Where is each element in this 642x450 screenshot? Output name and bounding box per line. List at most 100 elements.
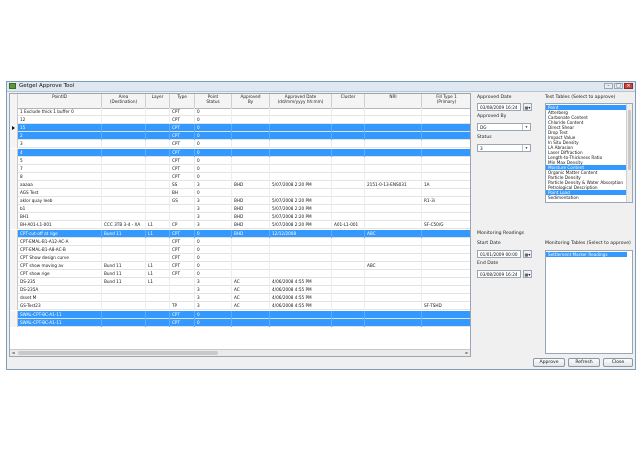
cell-type[interactable]: CPT xyxy=(170,270,195,278)
cell-fill[interactable] xyxy=(422,140,470,148)
cell-point[interactable]: 8 xyxy=(18,172,102,181)
cell-date[interactable]: 4/06/2008 4:55 PM xyxy=(270,294,332,303)
cell-point[interactable]: BH1 xyxy=(18,213,102,222)
cell-area[interactable] xyxy=(102,132,146,141)
cell-fill[interactable] xyxy=(422,157,470,165)
table-row[interactable]: CPT show rige Bund 11 L1 CPT 0 xyxy=(10,270,470,279)
cell-fill[interactable] xyxy=(422,254,470,262)
close-window-button[interactable]: × xyxy=(624,83,633,89)
cell-layer[interactable] xyxy=(146,197,170,206)
row-header[interactable] xyxy=(10,132,18,141)
row-header[interactable] xyxy=(10,261,18,270)
cell-cluster[interactable] xyxy=(332,245,365,254)
cell-fill[interactable]: 1A xyxy=(422,181,470,189)
cell-point[interactable]: CPT-EMAL-B1-A12-AC-A xyxy=(18,237,102,246)
cell-type[interactable] xyxy=(170,278,195,287)
approved-date-field[interactable]: 03/08/2009 16:24 xyxy=(477,103,521,111)
row-header[interactable] xyxy=(10,156,18,165)
row-header[interactable] xyxy=(10,237,18,246)
cell-point[interactable]: 2 xyxy=(18,132,102,141)
cell-date[interactable] xyxy=(270,245,332,254)
cell-cluster[interactable] xyxy=(332,197,365,206)
cell-area[interactable] xyxy=(102,237,146,246)
cell-cluster[interactable] xyxy=(332,140,365,149)
cell-fill[interactable] xyxy=(422,108,470,116)
cell-status[interactable]: 3 xyxy=(195,302,232,311)
cell-nri[interactable] xyxy=(365,294,422,303)
cell-by[interactable] xyxy=(232,318,270,327)
scroll-right-icon[interactable]: ► xyxy=(464,350,470,356)
status-select[interactable]: 3 ▾ xyxy=(477,144,531,152)
column-header-date[interactable]: Approved Date (dd/mm/yyyy hh:mm) xyxy=(270,94,332,108)
cell-layer[interactable] xyxy=(146,189,170,197)
cell-date[interactable]: 4/06/2008 4:55 PM xyxy=(270,278,332,287)
row-header[interactable] xyxy=(10,189,18,197)
cell-by[interactable] xyxy=(232,132,270,141)
cell-point[interactable]: aaaaa xyxy=(18,180,102,189)
cell-point[interactable]: CPT show rige xyxy=(18,270,102,278)
cell-by[interactable] xyxy=(232,172,270,181)
row-header[interactable] xyxy=(10,180,18,189)
cell-fill[interactable] xyxy=(422,319,470,327)
cell-point[interactable]: CPT-EMAL-B1-A8-AC-B xyxy=(18,245,102,254)
column-header-status[interactable]: Point Status xyxy=(195,94,232,108)
row-header[interactable] xyxy=(10,205,18,214)
table-row[interactable]: BH1 3 BHD 5/07/2008 2:20 PM xyxy=(10,213,470,222)
cell-nri[interactable] xyxy=(365,221,422,230)
cell-cluster[interactable] xyxy=(332,310,365,319)
cell-layer[interactable] xyxy=(146,132,170,141)
cell-area[interactable] xyxy=(102,253,146,262)
cell-type[interactable]: CPT xyxy=(170,310,195,319)
cell-cluster[interactable] xyxy=(332,189,365,197)
cell-area[interactable] xyxy=(102,245,146,254)
cell-by[interactable] xyxy=(232,124,270,133)
cell-status[interactable]: 0 xyxy=(195,310,232,319)
cell-layer[interactable] xyxy=(146,148,170,157)
cell-layer[interactable] xyxy=(146,124,170,133)
end-date-field[interactable]: 03/08/2009 16:24 xyxy=(477,270,521,278)
cell-date[interactable]: 5/07/2008 2:20 PM xyxy=(270,221,332,230)
cell-area[interactable]: Bund 11 xyxy=(102,261,146,270)
cell-date[interactable] xyxy=(270,189,332,197)
table-row[interactable]: 3 CPT 0 xyxy=(10,140,470,149)
cell-by[interactable]: BHD xyxy=(232,213,270,222)
calendar-icon[interactable]: ▦▾ xyxy=(523,270,532,278)
row-header[interactable] xyxy=(10,294,18,303)
cell-type[interactable]: CPT xyxy=(170,245,195,254)
cell-nri[interactable] xyxy=(365,172,422,181)
row-header[interactable] xyxy=(10,140,18,149)
calendar-icon[interactable]: ▦▾ xyxy=(523,250,532,258)
table-row[interactable]: aklor quay leeb GS 3 BHD 5/07/2008 2:20 PM R1… xyxy=(10,197,470,206)
row-header[interactable] xyxy=(10,286,18,295)
cell-cluster[interactable] xyxy=(332,124,365,133)
cell-date[interactable]: 5/07/2008 2:20 PM xyxy=(270,205,332,214)
cell-type[interactable]: TP xyxy=(170,302,195,311)
cell-type[interactable] xyxy=(170,213,195,222)
cell-fill[interactable]: R1-3i xyxy=(422,197,470,205)
scroll-left-icon[interactable]: ◄ xyxy=(10,350,16,356)
cell-by[interactable]: BHD xyxy=(232,205,270,214)
list-item[interactable]: Sedimentation xyxy=(546,195,627,200)
cell-fill[interactable] xyxy=(422,311,470,319)
cell-by[interactable]: BHD xyxy=(232,229,270,238)
cell-by[interactable]: BHD xyxy=(232,180,270,189)
column-header-fill[interactable]: Fill Type 1 (Primary) xyxy=(422,94,470,108)
cell-point[interactable]: AGS Test xyxy=(18,189,102,197)
cell-layer[interactable] xyxy=(146,286,170,295)
table-row[interactable]: 12 CPT 0 xyxy=(10,116,470,125)
cell-by[interactable] xyxy=(232,164,270,173)
cell-cluster[interactable] xyxy=(332,132,365,141)
cell-type[interactable]: CPT xyxy=(170,124,195,133)
cell-status[interactable]: 0 xyxy=(195,108,232,116)
cell-area[interactable]: Bund 11 xyxy=(102,229,146,238)
row-header[interactable] xyxy=(10,270,18,278)
cell-cluster[interactable] xyxy=(332,286,365,295)
cell-nri[interactable]: ABC xyxy=(365,261,422,270)
table-row[interactable]: CPT-EMAL-B1-A12-AC-A CPT 0 xyxy=(10,237,470,246)
cell-nri[interactable] xyxy=(365,140,422,149)
cell-nri[interactable] xyxy=(365,197,422,206)
cell-cluster[interactable] xyxy=(332,180,365,189)
cell-fill[interactable] xyxy=(422,230,470,238)
cell-cluster[interactable] xyxy=(332,108,365,116)
cell-point[interactable]: b1 xyxy=(18,205,102,214)
